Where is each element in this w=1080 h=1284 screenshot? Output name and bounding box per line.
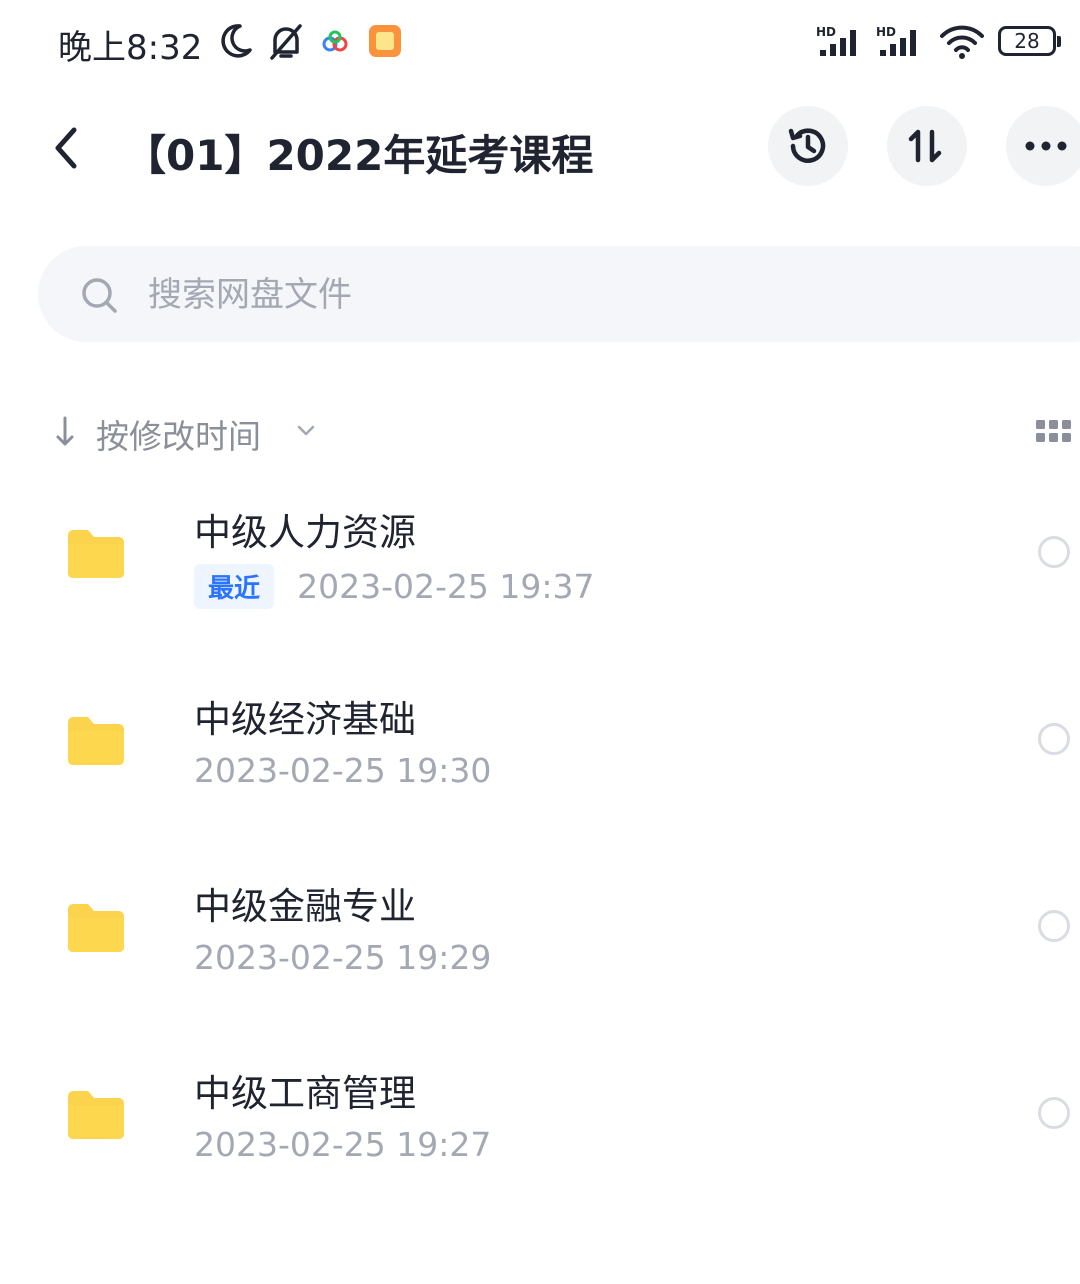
back-icon[interactable]	[44, 120, 88, 176]
file-list: 中级人力资源 最近 2023-02-25 19:37 中级经济基础 2023-0…	[0, 480, 1080, 1228]
svg-text:HD: HD	[876, 25, 896, 39]
hd-signal-icon: HD	[816, 25, 856, 56]
folder-name: 中级人力资源	[194, 511, 416, 554]
folder-icon	[68, 530, 124, 578]
bell-off-icon	[270, 24, 302, 60]
list-item[interactable]: 中级经济基础 2023-02-25 19:30	[0, 667, 1080, 854]
header-bar: 【01】2022年延考课程	[0, 100, 1080, 196]
hd-signal-icon: HD	[876, 25, 916, 56]
search-input[interactable]	[146, 266, 850, 324]
history-icon	[788, 128, 826, 163]
select-checkbox[interactable]	[1038, 1097, 1070, 1129]
item-meta: 2023-02-25 19:27	[194, 1125, 491, 1169]
item-meta: 最近 2023-02-25 19:37	[194, 564, 595, 609]
list-item[interactable]: 中级人力资源 最近 2023-02-25 19:37	[0, 480, 1080, 667]
moon-icon	[221, 24, 252, 58]
battery-icon: 28	[998, 26, 1061, 56]
folder-name: 中级工商管理	[194, 1072, 416, 1115]
sort-icon	[908, 129, 942, 163]
folder-name: 中级金融专业	[194, 885, 416, 928]
folder-name: 中级经济基础	[194, 698, 416, 741]
search-icon	[82, 278, 117, 313]
item-meta: 2023-02-25 19:30	[194, 751, 491, 795]
status-time: 晚上8:32	[58, 28, 203, 68]
file-browser-screen: 晚上8:32 HD HD 28 【01】2022年延考课程 搜索网盘文件 按修改…	[0, 0, 1080, 1284]
select-checkbox[interactable]	[1038, 536, 1070, 568]
status-bar: 晚上8:32 HD HD 28	[0, 0, 1080, 84]
history-button[interactable]	[768, 106, 848, 186]
folder-icon	[68, 1091, 124, 1139]
chevron-down-icon[interactable]	[296, 424, 316, 438]
app-notification-icon	[322, 30, 348, 52]
item-meta: 2023-02-25 19:29	[194, 938, 491, 982]
more-icon	[1025, 141, 1067, 151]
grid-view-icon[interactable]	[1036, 420, 1072, 444]
more-button[interactable]	[1006, 106, 1080, 186]
modified-date: 2023-02-25 19:30	[194, 751, 492, 790]
select-checkbox[interactable]	[1038, 723, 1070, 755]
sort-order-selector[interactable]: 按修改时间	[96, 410, 261, 458]
list-item[interactable]: 中级工商管理 2023-02-25 19:27	[0, 1041, 1080, 1228]
recent-badge: 最近	[194, 564, 275, 609]
folder-icon	[68, 904, 124, 952]
list-item[interactable]: 中级金融专业 2023-02-25 19:29	[0, 854, 1080, 1041]
modified-date: 2023-02-25 19:27	[194, 1125, 492, 1164]
sort-button[interactable]	[887, 106, 967, 186]
modified-date: 2023-02-25 19:29	[194, 938, 492, 977]
wifi-icon	[940, 25, 984, 59]
folder-icon	[68, 717, 124, 765]
arrow-down-icon	[56, 416, 74, 446]
page-title: 【01】2022年延考课程	[124, 131, 594, 180]
sort-row: 按修改时间	[0, 402, 1080, 462]
search-bar[interactable]	[38, 246, 1080, 342]
modified-date: 2023-02-25 19:37	[297, 567, 595, 606]
battery-level: 28	[1014, 29, 1040, 53]
select-checkbox[interactable]	[1038, 910, 1070, 942]
svg-text:HD: HD	[816, 25, 836, 39]
gallery-notification-icon	[369, 25, 401, 57]
